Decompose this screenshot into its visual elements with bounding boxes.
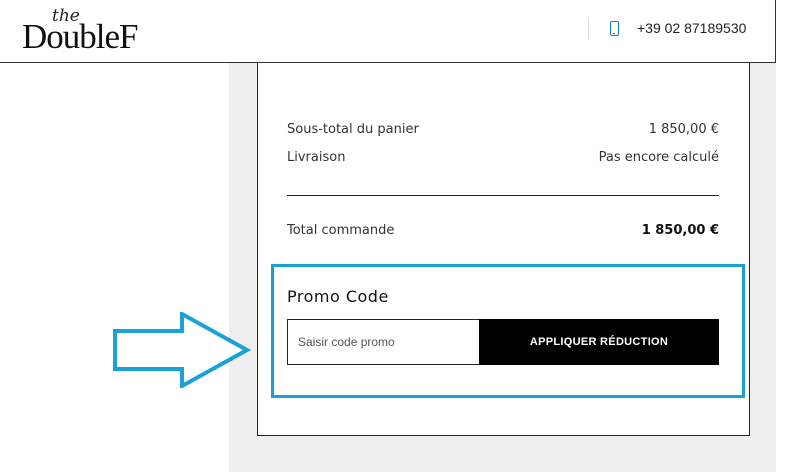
- total-label: Total commande: [287, 223, 395, 238]
- promo-highlight-box: [271, 264, 745, 398]
- phone-number-link[interactable]: +39 02 87189530: [637, 20, 746, 36]
- header-divider: [588, 18, 589, 40]
- right-arrow-icon: [113, 312, 252, 388]
- subtotal-label: Sous-total du panier: [287, 122, 419, 137]
- site-header: the DoubleF +39 02 87189530: [0, 0, 776, 63]
- logo-wordmark: DoubleF: [22, 17, 138, 56]
- total-value: 1 850,00 €: [641, 223, 719, 238]
- summary-divider: [287, 195, 719, 196]
- phone-icon: [610, 21, 619, 36]
- shipping-label: Livraison: [287, 150, 346, 165]
- site-logo[interactable]: the DoubleF: [22, 6, 172, 56]
- subtotal-value: 1 850,00 €: [648, 122, 719, 137]
- shipping-value: Pas encore calculé: [598, 150, 719, 165]
